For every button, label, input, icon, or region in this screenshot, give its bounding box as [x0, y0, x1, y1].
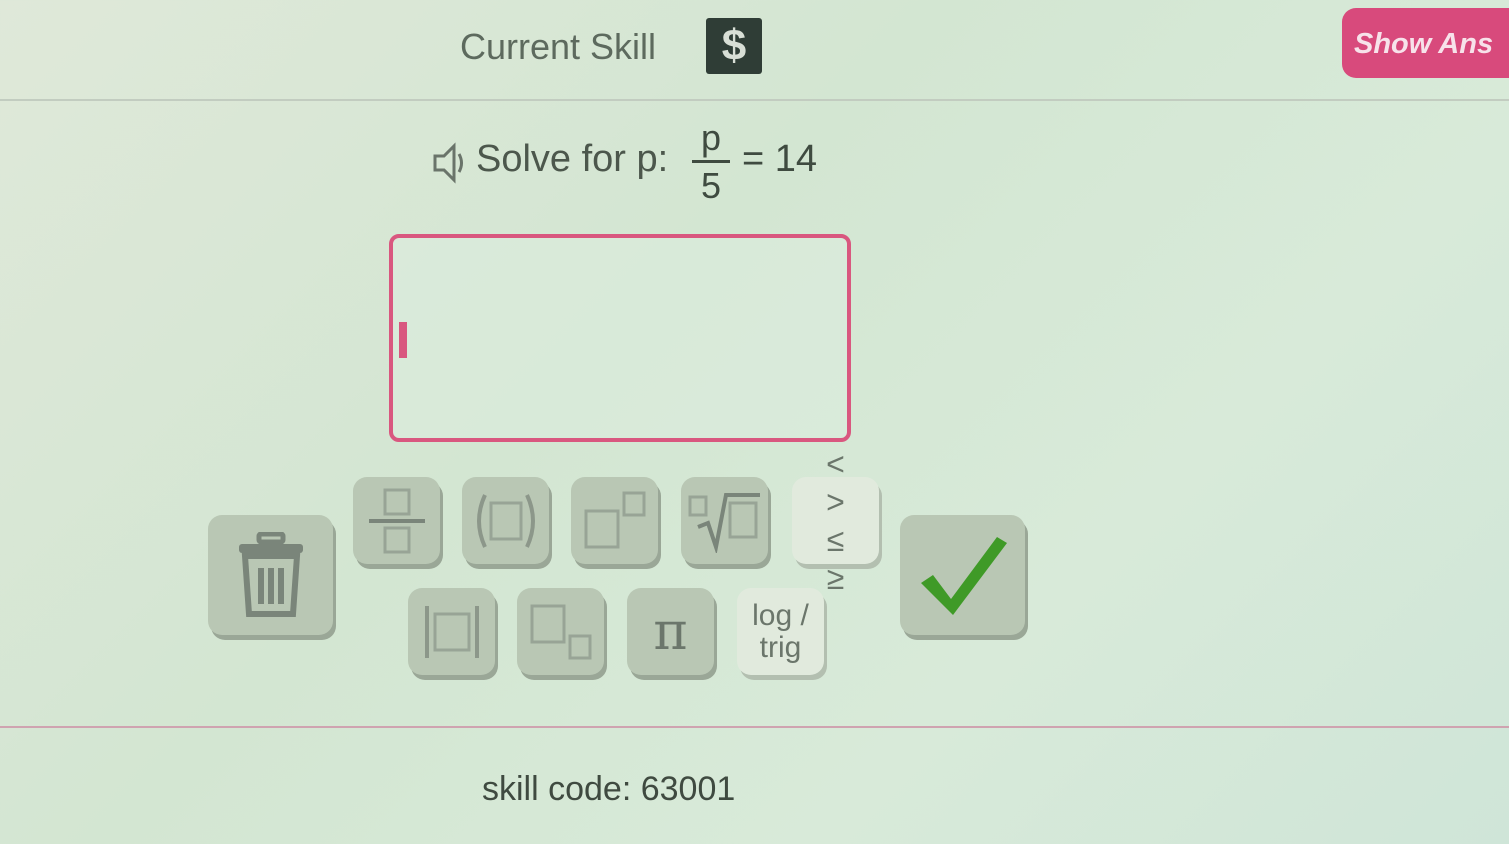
subscript-icon: [530, 604, 591, 659]
delete-button[interactable]: [208, 515, 333, 635]
skill-code-label: skill code:: [482, 770, 632, 808]
current-skill-title: Current Skill: [460, 26, 657, 67]
skill-code-value: 63001: [640, 770, 736, 808]
dollar-icon[interactable]: $: [706, 18, 762, 74]
answer-input[interactable]: [411, 258, 835, 420]
fraction-numerator: p: [700, 117, 722, 158]
skill-code: skill code: 63001: [482, 770, 735, 809]
header: Current Skill $ Show Ans: [0, 0, 1509, 101]
comparison-label: < > ≤ ≥: [826, 445, 859, 596]
submit-button[interactable]: [900, 515, 1025, 635]
speaker-icon[interactable]: [432, 142, 466, 184]
comparison-button[interactable]: < > ≤ ≥: [792, 446, 879, 596]
parentheses-button[interactable]: [462, 477, 549, 564]
root-button[interactable]: [681, 477, 768, 564]
fraction-button[interactable]: [353, 477, 440, 564]
fraction: p 5: [690, 118, 732, 207]
exponent-button[interactable]: [571, 477, 658, 564]
parentheses-icon: [476, 493, 535, 548]
log-trig-label: log / trig: [752, 598, 809, 664]
fraction-icon: [368, 488, 425, 553]
question-prompt: Solve for p:: [476, 138, 669, 180]
answer-box[interactable]: [389, 234, 851, 442]
pi-button[interactable]: π: [627, 588, 714, 675]
absolute-value-icon: [424, 605, 479, 658]
show-answer-button[interactable]: Show Ans: [1342, 8, 1509, 78]
fraction-denominator: 5: [700, 165, 722, 206]
footer-divider: [0, 726, 1509, 728]
root-icon: [688, 492, 760, 553]
pi-label: π: [653, 601, 688, 662]
fraction-bar: [692, 160, 730, 163]
checkmark-icon: [920, 537, 1007, 615]
header-divider: [0, 99, 1509, 101]
subscript-button[interactable]: [517, 588, 604, 675]
absolute-value-button[interactable]: [408, 588, 495, 675]
trash-icon: [238, 532, 303, 617]
exponent-icon: [584, 491, 645, 548]
equation-rhs: = 14: [742, 138, 818, 180]
log-trig-button[interactable]: log / trig: [737, 588, 824, 675]
text-caret: [399, 322, 407, 358]
